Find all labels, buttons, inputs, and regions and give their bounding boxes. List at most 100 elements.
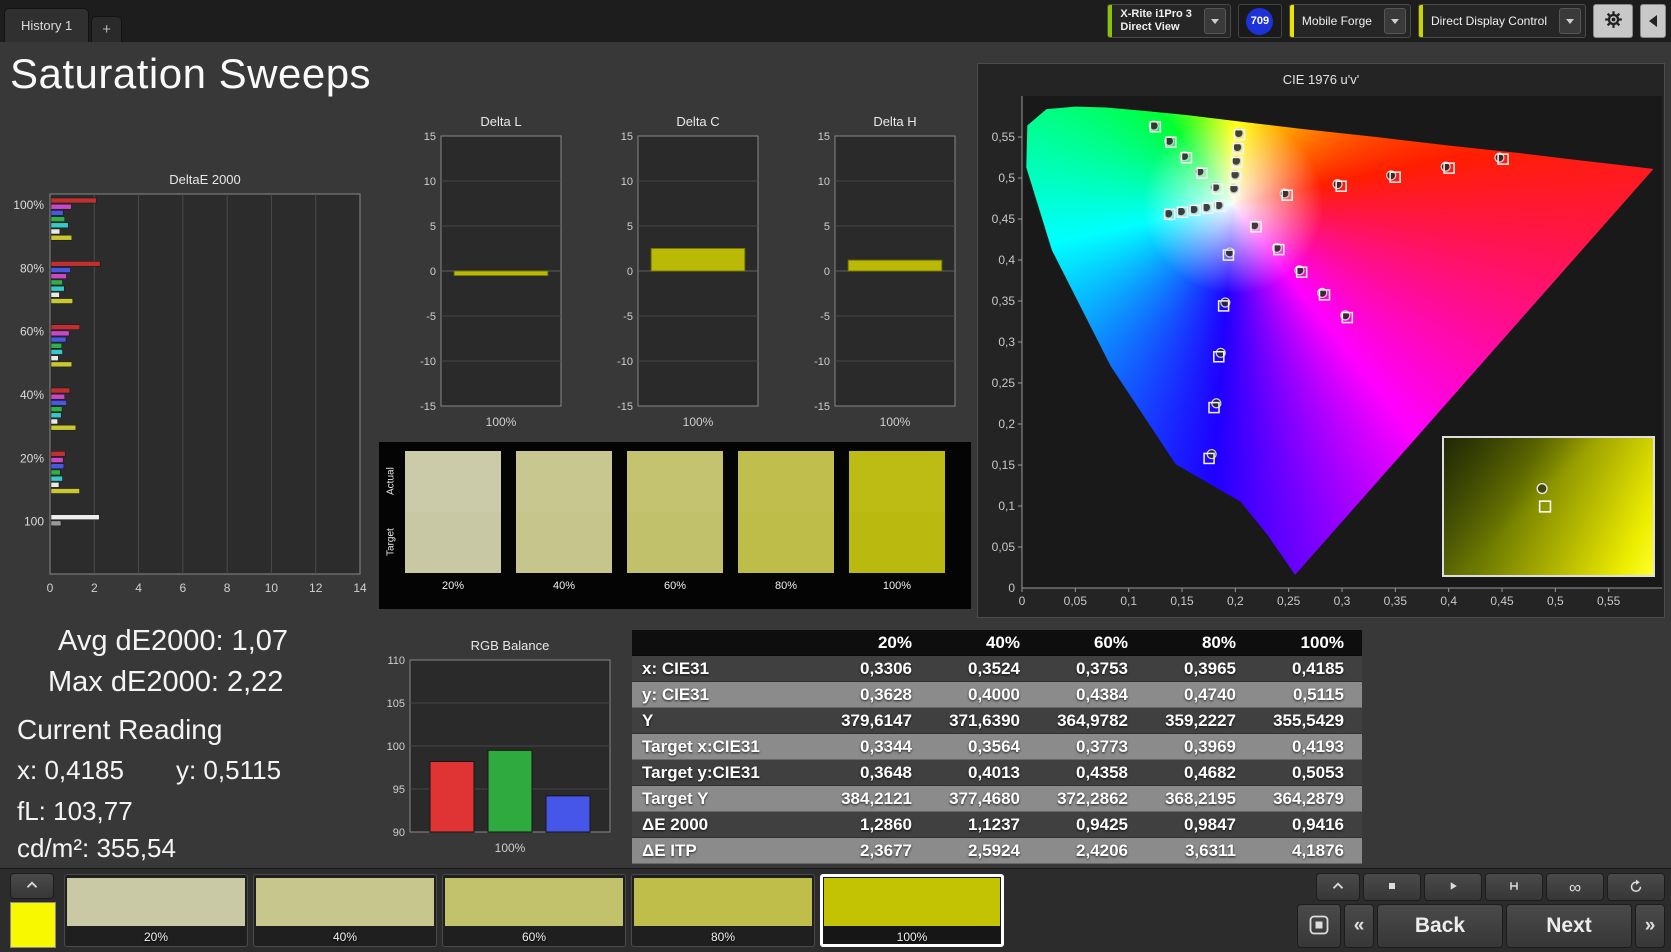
chevron-down-icon[interactable] xyxy=(1559,8,1581,34)
swatch-20%: 20% xyxy=(405,451,501,592)
table-row-label: Target x:CIE31 xyxy=(642,737,760,756)
table-cell: 368,2195 xyxy=(1165,789,1236,808)
display-control-selector[interactable]: Direct Display Control xyxy=(1417,4,1586,38)
tab-history-1[interactable]: History 1 xyxy=(4,8,90,42)
svg-text:100: 100 xyxy=(387,741,405,753)
svg-text:105: 105 xyxy=(387,698,405,710)
chevron-down-icon[interactable] xyxy=(1383,8,1406,34)
svg-text:0,05: 0,05 xyxy=(992,540,1016,554)
swatch-row-labels: Actual Target xyxy=(381,451,401,573)
stop-button[interactable] xyxy=(1363,873,1421,901)
next-button[interactable]: Next xyxy=(1506,904,1632,948)
table-cell: 0,3648 xyxy=(860,763,912,782)
svg-text:20%: 20% xyxy=(20,451,44,465)
table-cell: 0,9416 xyxy=(1292,815,1344,834)
svg-text:60%: 60% xyxy=(20,325,44,339)
chevron-up-icon xyxy=(1329,877,1347,898)
svg-text:-15: -15 xyxy=(420,401,436,413)
svg-text:10: 10 xyxy=(424,176,436,188)
table-row: Target x:CIE31 0,3344 0,3564 0,3773 0,3969 0,… xyxy=(632,734,1362,760)
table-row-label: x: CIE31 xyxy=(642,659,710,678)
tab-history-label: History 1 xyxy=(21,18,73,33)
source-selector[interactable]: Mobile Forge xyxy=(1288,4,1411,38)
transport-up-button[interactable] xyxy=(1316,873,1360,901)
svg-text:0,15: 0,15 xyxy=(1170,594,1194,608)
svg-text:8: 8 xyxy=(224,581,231,595)
table-cell: 1,2860 xyxy=(860,815,912,834)
patch-row: 20% 40% 60% 80% 100% xyxy=(64,874,1004,947)
svg-text:100: 100 xyxy=(24,515,44,529)
svg-text:100%: 100% xyxy=(495,841,526,855)
svg-text:0,55: 0,55 xyxy=(1597,594,1621,608)
table-cell: 2,4206 xyxy=(1076,841,1128,860)
patch-button-20%[interactable]: 20% xyxy=(64,874,248,947)
rgb-balance-chart: RGB Balance 110 105 100 95 90 100% xyxy=(370,636,622,864)
table-header-cell: 20% xyxy=(877,633,912,652)
last-page-button[interactable]: » xyxy=(1635,904,1665,948)
current-xy-readout: x: 0,4185 y: 0,5115 xyxy=(17,755,281,786)
patch-button-80%[interactable]: 80% xyxy=(631,874,815,947)
play-icon xyxy=(1444,877,1462,898)
add-tab-button[interactable]: + xyxy=(91,16,123,42)
swatch-target xyxy=(516,512,612,573)
table-cell: 0,3564 xyxy=(968,737,1020,756)
table-cell: 0,4682 xyxy=(1184,763,1236,782)
patch-scroll-up-button[interactable] xyxy=(10,873,54,899)
collapse-panel-button[interactable] xyxy=(1640,4,1666,38)
svg-text:14: 14 xyxy=(353,581,367,595)
svg-text:5: 5 xyxy=(430,221,436,233)
chevron-down-icon[interactable] xyxy=(1203,8,1226,34)
table-row: Y 379,6147 371,6390 364,9782 359,2227 355,542… xyxy=(632,708,1362,734)
table-cell: 0,4193 xyxy=(1292,737,1344,756)
delta-c-chart: Delta C 15 10 5 0 -5 -10 -15 100% xyxy=(600,112,768,442)
svg-text:0,5: 0,5 xyxy=(998,171,1015,185)
patch-color xyxy=(824,878,1000,926)
swatch-target xyxy=(627,512,723,573)
patch-button-100%[interactable]: 100% xyxy=(820,874,1004,947)
table-cell: 0,4013 xyxy=(968,763,1020,782)
step-icon xyxy=(1505,877,1523,898)
table-cell: 3,6311 xyxy=(1184,841,1236,860)
refresh-button[interactable] xyxy=(1607,873,1665,901)
table-cell: 359,2227 xyxy=(1165,711,1236,730)
colorspace-badge[interactable]: 709 xyxy=(1237,4,1282,38)
colorspace-badge-circle: 709 xyxy=(1246,7,1274,35)
patch-button-60%[interactable]: 60% xyxy=(442,874,626,947)
svg-text:0,1: 0,1 xyxy=(998,499,1015,513)
back-button[interactable]: Back xyxy=(1377,904,1503,948)
single-patch-mode-button[interactable] xyxy=(1297,904,1341,948)
table-row: Target y:CIE31 0,3648 0,4013 0,4358 0,4682 0,… xyxy=(632,760,1362,786)
svg-text:0,05: 0,05 xyxy=(1064,594,1088,608)
table-cell: 0,9847 xyxy=(1184,815,1236,834)
svg-text:4: 4 xyxy=(135,581,142,595)
table-cell: 0,4185 xyxy=(1292,659,1344,678)
meter-selector[interactable]: X-Rite i1Pro 3 Direct View xyxy=(1107,4,1231,38)
meter-selector-text: X-Rite i1Pro 3 Direct View xyxy=(1120,8,1192,33)
table-cell: 0,4384 xyxy=(1076,685,1128,704)
actual-row-label: Actual xyxy=(385,467,397,496)
svg-text:2: 2 xyxy=(91,581,98,595)
patch-button-40%[interactable]: 40% xyxy=(253,874,437,947)
swatch-actual xyxy=(849,451,945,512)
bottom-bar: 20% 40% 60% 80% 100% ∞ « Back Next » xyxy=(0,868,1671,952)
swatch-label: 20% xyxy=(441,580,465,592)
table-cell: 0,4740 xyxy=(1184,685,1236,704)
add-tab-label: + xyxy=(102,21,112,38)
first-page-button[interactable]: « xyxy=(1344,904,1374,948)
table-row-label: ΔE 2000 xyxy=(642,815,709,834)
table-row-label: Target Y xyxy=(642,789,709,808)
svg-text:0,3: 0,3 xyxy=(1334,594,1351,608)
swatch-80%: 80% xyxy=(738,451,834,592)
table-cell: 0,4000 xyxy=(968,685,1020,704)
table-cell: 379,6147 xyxy=(841,711,912,730)
svg-text:15: 15 xyxy=(818,131,830,143)
svg-text:110: 110 xyxy=(387,655,405,667)
step-button[interactable] xyxy=(1485,873,1543,901)
svg-text:0,2: 0,2 xyxy=(1227,594,1244,608)
settings-gear-button[interactable] xyxy=(1593,4,1633,38)
loop-button[interactable]: ∞ xyxy=(1546,873,1604,901)
svg-text:12: 12 xyxy=(309,581,323,595)
chevron-up-icon xyxy=(23,876,41,897)
play-button[interactable] xyxy=(1424,873,1482,901)
swatch-target xyxy=(738,512,834,573)
